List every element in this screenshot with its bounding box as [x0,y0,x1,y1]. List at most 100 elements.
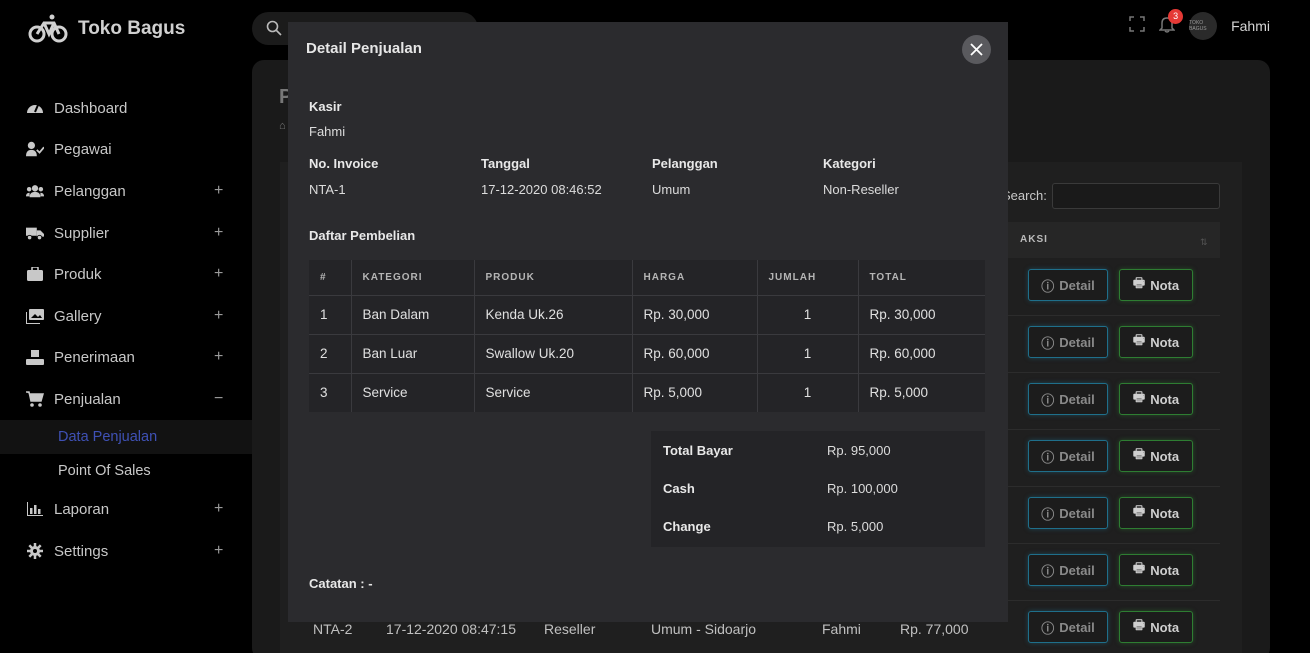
column-header: TOTAL [858,260,985,295]
cell-no: 3 [309,372,352,412]
button-label: Nota [1150,619,1180,635]
detail-button[interactable]: ⓘ Detail [1028,440,1108,472]
button-label: Detail [1059,277,1095,293]
cell-tanggal: 17-12-2020 08:47:15 [386,621,516,637]
sidebar-item-label: Pegawai [54,140,112,158]
kasir-value: Fahmi [309,124,346,139]
purchase-table: # KATEGORI PRODUK HARGA JUMLAH TOTAL 1 B… [309,260,985,412]
sidebar-item-supplier[interactable]: Supplier + [0,215,252,251]
nota-button[interactable]: 🖶 Nota [1119,326,1193,358]
box-receive-icon [26,348,44,366]
truck-icon [26,224,44,242]
nota-button[interactable]: 🖶 Nota [1119,383,1193,415]
cell-kategori: Reseller [544,621,596,637]
detail-button[interactable]: ⓘ Detail [1028,383,1108,415]
nota-button[interactable]: 🖶 Nota [1119,554,1193,586]
cell-produk: Service [474,372,633,412]
table-search-input[interactable] [1052,183,1220,209]
cell-total: Rp. 77,000 [900,621,969,637]
printer-icon: 🖶 [1132,503,1146,518]
detail-button[interactable]: ⓘ Detail [1028,554,1108,586]
expand-icon[interactable]: + [214,182,223,200]
sort-icon[interactable]: ⇅ [1200,237,1208,248]
fullscreen-icon[interactable] [1129,15,1145,37]
row-divider [1008,486,1220,487]
sidebar-item-label: Produk [54,265,102,283]
sidebar-item-label: Dashboard [54,99,128,117]
expand-icon[interactable]: + [214,224,223,242]
notification-badge: 3 [1168,8,1184,24]
info-icon: ⓘ [1041,335,1055,351]
daftar-pembelian-heading: Daftar Pembelian [309,228,416,243]
avatar[interactable]: TOKO BAGUS [1189,12,1218,40]
expand-icon[interactable]: + [214,307,223,325]
detail-button[interactable]: ⓘ Detail [1028,497,1108,529]
detail-button[interactable]: ⓘ Detail [1028,269,1108,301]
sidebar-item-settings[interactable]: Settings + [0,533,252,569]
nota-button[interactable]: 🖶 Nota [1119,611,1193,643]
cell-kategori: Ban Dalam [351,294,475,334]
printer-icon: 🖶 [1132,332,1146,347]
sidebar-item-pelanggan[interactable]: Pelanggan + [0,173,252,209]
detail-button[interactable]: ⓘ Detail [1028,611,1108,643]
kasir-label: Kasir [309,99,342,114]
submenu-data-penjualan[interactable]: Data Penjualan [58,429,157,445]
row-divider [1008,543,1220,544]
expand-icon[interactable]: + [214,348,223,366]
column-header-aksi[interactable]: AKSI [1020,234,1048,245]
submenu-point-of-sales[interactable]: Point Of Sales [58,463,151,479]
table-row: 3 Service Service Rp. 5,000 1 Rp. 5,000 [309,372,985,412]
pelanggan-value: Umum [652,182,691,197]
notification-button[interactable]: 3 [1158,8,1184,38]
cell-jumlah: 1 [757,372,859,412]
detail-penjualan-modal: Detail Penjualan Kasir Fahmi No. Invoice… [288,22,1008,622]
sidebar-item-penerimaan[interactable]: Penerimaan + [0,339,252,375]
detail-button[interactable]: ⓘ Detail [1028,326,1108,358]
row-divider [1008,429,1220,430]
cell-jumlah: 1 [757,294,859,334]
close-button[interactable] [962,35,991,64]
button-label: Detail [1059,505,1095,521]
payment-summary: Total Bayar Rp. 95,000 Cash Rp. 100,000 … [651,431,985,547]
button-label: Nota [1150,334,1180,350]
cell-kasir: Fahmi [822,621,861,637]
cart-icon [26,390,44,408]
username[interactable]: Fahmi [1231,18,1270,34]
users-icon [26,182,44,200]
sidebar-item-label: Laporan [54,500,110,518]
sidebar-item-laporan[interactable]: Laporan + [0,491,252,527]
nota-button[interactable]: 🖶 Nota [1119,269,1193,301]
button-label: Nota [1150,562,1180,578]
kategori-label: Kategori [823,156,876,171]
invoice-label: No. Invoice [309,156,379,171]
column-header: PRODUK [474,260,633,295]
expand-icon[interactable]: + [214,500,223,518]
expand-icon[interactable]: + [214,265,223,283]
brand[interactable]: Toko Bagus [28,14,185,44]
button-label: Nota [1150,391,1180,407]
home-icon[interactable]: ⌂ [279,120,286,132]
sidebar-item-dashboard[interactable]: Dashboard [0,90,252,126]
table-search-label: Search: [1002,188,1047,203]
modal-title: Detail Penjualan [306,40,422,57]
button-label: Nota [1150,448,1180,464]
sidebar-item-gallery[interactable]: Gallery + [0,298,252,334]
button-label: Detail [1059,448,1095,464]
sidebar-item-label: Penjualan [54,390,121,408]
expand-icon[interactable]: + [214,542,223,560]
total-bayar-value: Rp. 95,000 [827,443,891,458]
sidebar-item-penjualan[interactable]: Penjualan − [0,381,252,417]
briefcase-icon [26,265,44,283]
catatan-text: Catatan : - [309,576,373,591]
nota-button[interactable]: 🖶 Nota [1119,440,1193,472]
collapse-icon[interactable]: − [214,390,223,408]
sidebar-item-pegawai[interactable]: Pegawai [0,131,252,167]
change-value: Rp. 5,000 [827,519,884,534]
cell-produk: Swallow Uk.20 [474,333,633,373]
invoice-value: NTA-1 [309,182,346,197]
sidebar-item-produk[interactable]: Produk + [0,256,252,292]
cell-harga: Rp. 5,000 [632,372,758,412]
tanggal-value: 17-12-2020 08:46:52 [481,182,602,197]
column-header: # [309,260,352,295]
nota-button[interactable]: 🖶 Nota [1119,497,1193,529]
